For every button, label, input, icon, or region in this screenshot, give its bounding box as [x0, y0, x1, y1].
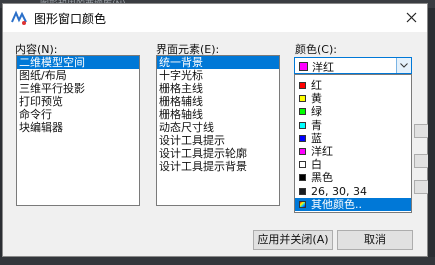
- color-swatch-icon: [299, 187, 306, 195]
- interface-element-list-item[interactable]: 设计工具提示轮廓: [157, 147, 279, 160]
- color-option-label: 蓝: [311, 131, 322, 145]
- color-option[interactable]: 洋红: [295, 145, 411, 158]
- interface-element-list-item[interactable]: 统一背景: [157, 56, 279, 69]
- context-listbox[interactable]: 二维模型空间 图纸/布局 三维平行投影 打印预览 命令行 块编辑器: [16, 55, 140, 206]
- color-swatch-icon: [299, 161, 306, 169]
- color-option-label: 黄: [311, 92, 322, 106]
- close-button[interactable]: [397, 4, 427, 32]
- cancel-button[interactable]: 取消: [337, 230, 413, 250]
- apply-and-close-button[interactable]: 应用并关闭(A): [253, 230, 333, 250]
- chevron-down-icon: [400, 63, 408, 68]
- partially-hidden-button[interactable]: [414, 124, 428, 138]
- interface-element-listbox[interactable]: 统一背景 十字光标 栅格主线 栅格辅线 栅格轴线 动态尺寸线 设计工具提示 设计工具提示轮廓设…: [156, 55, 280, 206]
- color-option-label: 26, 30, 34: [311, 184, 367, 198]
- graphics-window-colors-dialog: 图形窗口颜色 内容(N): 二维模型空间 图纸/布局 三维平行投影 打印预览 命令行 块编…: [2, 3, 428, 257]
- dialog-title: 图形窗口颜色: [34, 12, 107, 26]
- partially-hidden-button[interactable]: [414, 180, 428, 194]
- context-list-item[interactable]: 块编辑器: [17, 121, 139, 134]
- color-swatch-icon: [299, 174, 306, 182]
- partially-hidden-button[interactable]: [414, 154, 428, 168]
- interface-element-list-item[interactable]: 栅格主线: [157, 82, 279, 95]
- color-option[interactable]: 黑色: [295, 171, 411, 184]
- color-option-label: 绿: [311, 105, 322, 119]
- color-option[interactable]: 26, 30, 34: [295, 185, 411, 198]
- color-option-label: 红: [311, 79, 322, 92]
- color-option[interactable]: 青: [295, 119, 411, 132]
- color-option[interactable]: 绿: [295, 105, 411, 118]
- current-color-value: 洋红: [312, 61, 334, 74]
- combo-dropdown-button[interactable]: [396, 58, 411, 73]
- color-option-label: 洋红: [311, 145, 333, 158]
- context-list-item[interactable]: 二维模型空间: [17, 56, 139, 69]
- color-swatch-icon: [299, 121, 306, 129]
- interface-element-list-item[interactable]: 栅格轴线: [157, 108, 279, 121]
- interface-element-list-item[interactable]: 栅格辅线: [157, 95, 279, 108]
- color-option[interactable]: 蓝: [295, 132, 411, 145]
- color-swatch-icon: [299, 95, 306, 103]
- color-dropdown-list: 红黄绿青蓝洋红白黑色 26, 30, 34 其他颜色..: [294, 74, 412, 213]
- color-swatch-icon: [299, 200, 306, 208]
- color-label: 颜色(C):: [295, 43, 337, 56]
- interface-element-list-item[interactable]: 动态尺寸线: [157, 121, 279, 134]
- color-option-label: 青: [311, 118, 322, 132]
- context-list-item[interactable]: 打印预览: [17, 95, 139, 108]
- color-swatch-icon: [299, 134, 306, 142]
- current-color-swatch: [299, 62, 308, 71]
- background-bottom: [0, 257, 435, 265]
- color-swatch-icon: [299, 82, 306, 89]
- context-list-item[interactable]: 图纸/布局: [17, 69, 139, 82]
- interface-element-list-item[interactable]: 设计工具提示背景: [157, 160, 279, 173]
- color-option-label: 其他颜色..: [311, 197, 362, 211]
- title-bar[interactable]: 图形窗口颜色: [3, 4, 427, 32]
- color-combobox[interactable]: 洋红: [294, 57, 412, 74]
- color-option[interactable]: 红: [295, 79, 411, 92]
- interface-element-list-item[interactable]: 设计工具提示: [157, 134, 279, 147]
- color-option-label: 黑色: [311, 171, 333, 185]
- color-swatch-icon: [299, 108, 306, 116]
- app-icon: [10, 9, 28, 27]
- close-icon: [406, 12, 417, 23]
- color-option[interactable]: 白: [295, 158, 411, 171]
- color-option[interactable]: 其他颜色..: [295, 197, 411, 211]
- color-option[interactable]: 黄: [295, 92, 411, 105]
- color-swatch-icon: [299, 148, 306, 155]
- context-list-item[interactable]: 命令行: [17, 108, 139, 121]
- color-option-label: 白: [311, 158, 322, 172]
- context-list-item[interactable]: 三维平行投影: [17, 82, 139, 95]
- interface-element-list-item[interactable]: 十字光标: [157, 69, 279, 82]
